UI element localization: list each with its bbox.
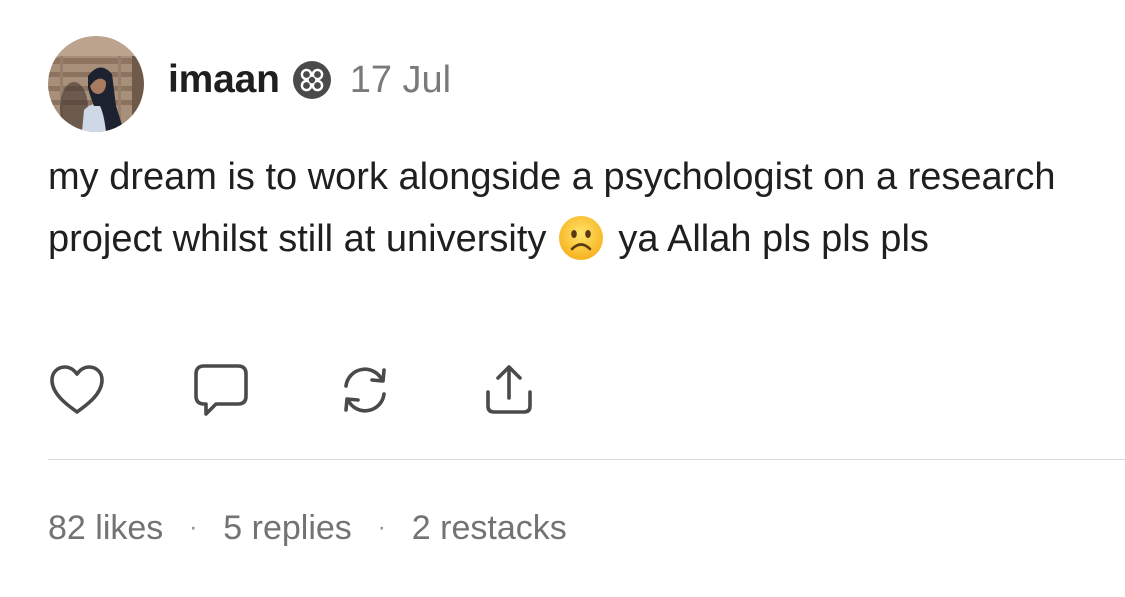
post-body: my dream is to work alongside a psycholo… [48, 146, 1088, 270]
reply-button[interactable] [192, 362, 250, 418]
author-row: imaan 17 Jul [168, 54, 451, 106]
share-button[interactable] [480, 362, 538, 418]
post-stats: 82 likes · 5 replies · 2 restacks [48, 506, 567, 550]
restacks-count[interactable]: 2 restacks [412, 509, 567, 548]
likes-count[interactable]: 82 likes [48, 509, 163, 548]
restack-icon [344, 367, 386, 413]
frowning-face-icon [558, 215, 604, 261]
heart-icon [50, 365, 104, 414]
divider [48, 459, 1125, 460]
restack-button[interactable] [336, 362, 394, 418]
like-button[interactable] [48, 362, 106, 418]
post-card: imaan 17 Jul my dream is to work alongsi… [0, 0, 1125, 597]
replies-count[interactable]: 5 replies [223, 509, 352, 548]
stats-separator: · [189, 514, 198, 541]
stats-separator: · [377, 514, 386, 541]
share-icon [486, 365, 532, 414]
post-date[interactable]: 17 Jul [350, 59, 451, 102]
post-text-continued: ya Allah pls pls pls [618, 218, 929, 260]
author-name[interactable]: imaan [168, 58, 280, 102]
flower-badge-icon [292, 60, 332, 100]
avatar-photo [48, 36, 144, 132]
avatar[interactable] [48, 36, 144, 132]
comment-icon [194, 364, 248, 416]
